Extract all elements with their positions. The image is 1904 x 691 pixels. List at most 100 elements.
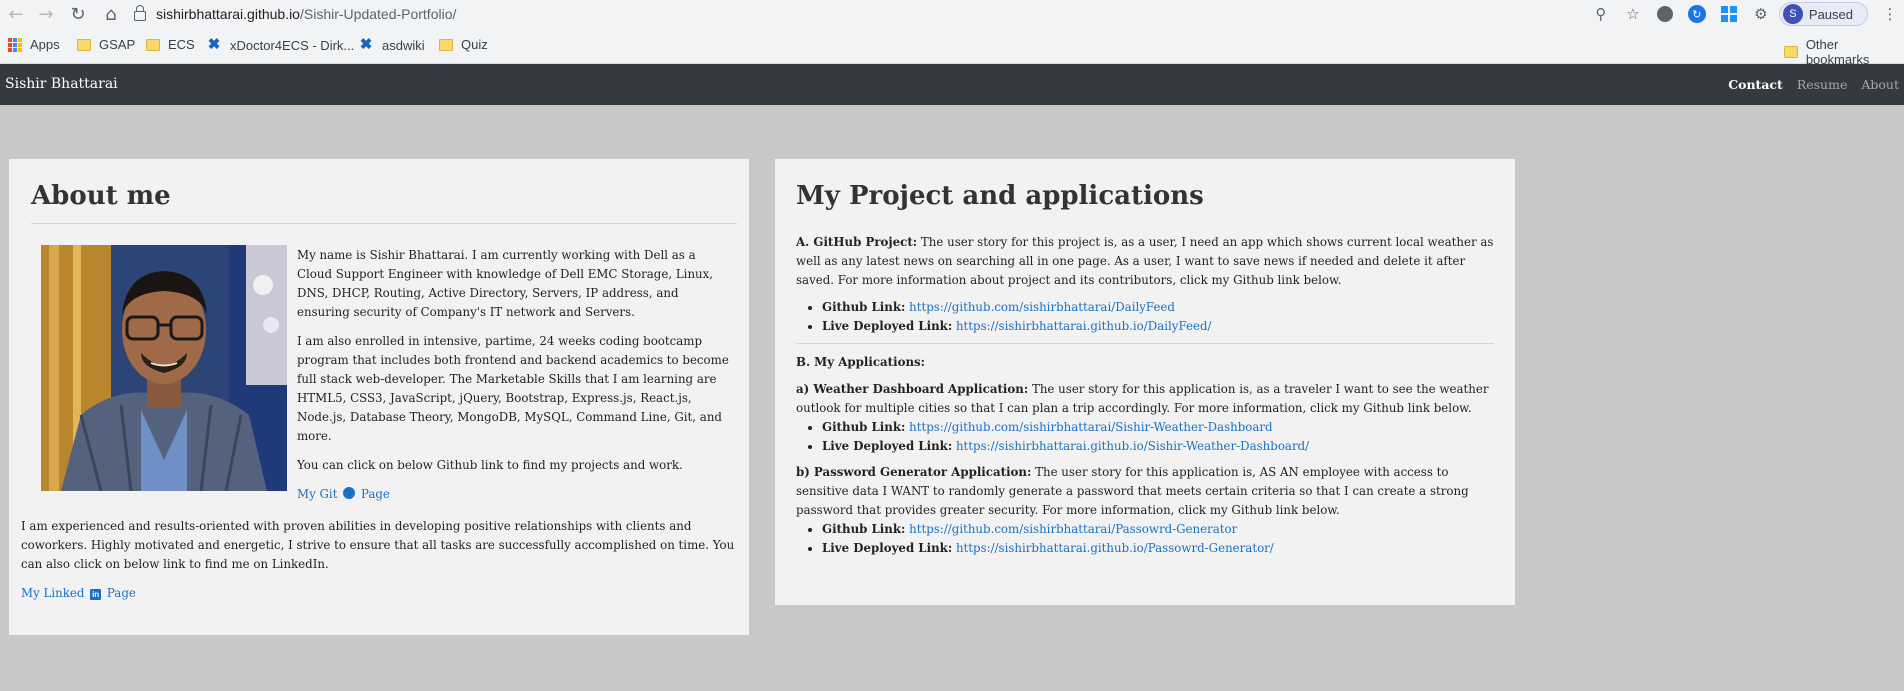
bookmark-label: Quiz — [461, 37, 488, 52]
folder-icon — [439, 38, 453, 51]
extension-blue-icon[interactable]: ↻ — [1683, 0, 1711, 28]
url-host: sishirbhattarai.github.io — [156, 6, 300, 22]
asdwiki-icon: ✖ — [359, 36, 373, 53]
weather-github-link[interactable]: https://github.com/sishirbhattarai/Sishi… — [909, 420, 1272, 434]
bookmark-gsap[interactable]: GSAP — [77, 37, 135, 52]
nav-contact[interactable]: Contact — [1728, 77, 1783, 92]
nav-resume[interactable]: Resume — [1797, 77, 1848, 92]
password-app-links: Github Link: https://github.com/sishirbh… — [822, 520, 1494, 558]
section-label: A. GitHub Project: — [796, 235, 918, 249]
back-icon[interactable]: ← — [2, 0, 30, 28]
link-label: Live Deployed Link: — [822, 439, 953, 453]
forward-icon[interactable]: → — [32, 0, 60, 28]
puzzle-icon[interactable]: ⚙ — [1747, 0, 1775, 28]
section-label: b) Password Generator Application: — [796, 465, 1032, 479]
link-text: My Git — [297, 487, 338, 501]
apps-grid-icon — [8, 37, 22, 52]
list-item: Live Deployed Link: https://sishirbhatta… — [822, 437, 1494, 456]
about-paragraph-3: You can click on below Github link to fi… — [297, 458, 683, 472]
weather-app-desc: a) Weather Dashboard Application: The us… — [796, 380, 1494, 418]
about-title: About me — [31, 181, 171, 211]
about-paragraph-2: I am also enrolled in intensive, partime… — [297, 334, 729, 443]
toolbar-right: ⚲ ☆ ↻ ⚙ S Paused ⋮ — [1587, 0, 1904, 28]
password-github-link[interactable]: https://github.com/sishirbhattarai/Passo… — [909, 522, 1237, 536]
bookmark-label: xDoctor4ECS - Dirk... — [230, 37, 355, 53]
password-live-link[interactable]: https://sishirbhattarai.github.io/Passow… — [956, 541, 1274, 555]
link-text: Page — [360, 487, 390, 501]
list-item: Github Link: https://github.com/sishirbh… — [822, 298, 1494, 317]
profile-photo — [41, 245, 287, 491]
password-app-desc: b) Password Generator Application: The u… — [796, 463, 1494, 520]
link-label: Live Deployed Link: — [822, 319, 953, 333]
about-paragraph-4: I am experienced and results-oriented wi… — [21, 519, 735, 571]
github-project-desc: A. GitHub Project: The user story for th… — [796, 233, 1494, 290]
home-icon[interactable]: ⌂ — [97, 0, 125, 28]
link-label: Github Link: — [822, 300, 906, 314]
profile-button[interactable]: S Paused — [1778, 2, 1868, 26]
nav-links: Contact Resume About — [1728, 77, 1899, 92]
github-project-links: Github Link: https://github.com/sishirbh… — [822, 298, 1494, 336]
site-navbar: Sishir Bhattarai Contact Resume About — [0, 64, 1904, 105]
section-label: a) Weather Dashboard Application: — [796, 382, 1029, 396]
bookmark-xdoctor[interactable]: ✖ xDoctor4ECS - Dirk... — [206, 36, 355, 53]
zoom-icon[interactable]: ⚲ — [1587, 0, 1615, 28]
section-label: B. My Applications: — [796, 355, 926, 369]
weather-app-links: Github Link: https://github.com/sishirbh… — [822, 418, 1494, 456]
folder-icon — [77, 38, 91, 51]
bookmark-label: Apps — [30, 37, 60, 52]
list-item: Live Deployed Link: https://sishirbhatta… — [822, 317, 1494, 336]
nav-about[interactable]: About — [1861, 77, 1899, 92]
bookmark-label: GSAP — [99, 37, 136, 52]
brand[interactable]: Sishir Bhattarai — [5, 76, 118, 92]
git-link-line: My Git Page — [297, 485, 729, 504]
about-intro: My name is Sishir Bhattarai. I am curren… — [297, 246, 729, 514]
projects-body: A. GitHub Project: The user story for th… — [796, 233, 1494, 565]
list-item: Live Deployed Link: https://sishirbhatta… — [822, 539, 1494, 558]
weather-live-link[interactable]: https://sishirbhattarai.github.io/Sishir… — [956, 439, 1309, 453]
bookmark-label: ECS — [168, 37, 195, 52]
list-item: Github Link: https://github.com/sishirbh… — [822, 520, 1494, 539]
divider — [796, 343, 1494, 344]
star-icon[interactable]: ☆ — [1619, 0, 1647, 28]
about-more: I am experienced and results-oriented wi… — [21, 517, 749, 613]
linkedin-link-line: My Linked in Page — [21, 584, 749, 603]
bookmark-label: asdwiki — [382, 37, 425, 53]
list-item: Github Link: https://github.com/sishirbh… — [822, 418, 1494, 437]
bookmark-apps[interactable]: Apps — [8, 37, 60, 52]
projects-title: My Project and applications — [796, 181, 1204, 211]
bookmark-asdwiki[interactable]: ✖ asdwiki — [358, 37, 425, 53]
xdoctor-icon: ✖ — [207, 36, 221, 53]
menu-icon[interactable]: ⋮ — [1876, 0, 1904, 28]
address-bar[interactable]: sishirbhattarai.github.io/Sishir-Updated… — [134, 2, 1664, 26]
bookmark-ecs[interactable]: ECS — [146, 37, 195, 52]
dailyfeed-live-link[interactable]: https://sishirbhattarai.github.io/DailyF… — [956, 319, 1212, 333]
applications-heading: B. My Applications: — [796, 353, 1494, 372]
link-label: Live Deployed Link: — [822, 541, 953, 555]
extension-circle-icon[interactable] — [1651, 0, 1679, 28]
github-page-link[interactable]: My Git Page — [297, 487, 390, 501]
link-text: Page — [106, 586, 136, 600]
dailyfeed-github-link[interactable]: https://github.com/sishirbhattarai/Daily… — [909, 300, 1175, 314]
about-paragraph-1: My name is Sishir Bhattarai. I am curren… — [297, 248, 714, 319]
lock-icon — [134, 5, 146, 21]
folder-icon — [1784, 46, 1798, 58]
folder-icon — [146, 38, 160, 51]
other-bookmarks[interactable]: Other bookmarks — [1784, 37, 1904, 67]
github-icon — [343, 487, 356, 499]
windows-extension-icon[interactable] — [1715, 0, 1743, 28]
reload-icon[interactable]: ↻ — [64, 0, 92, 28]
browser-toolbar: ← → ↻ ⌂ sishirbhattarai.github.io/Sishir… — [0, 0, 1904, 28]
projects-card: My Project and applications A. GitHub Pr… — [775, 159, 1515, 605]
avatar: S — [1782, 4, 1803, 24]
profile-status: Paused — [1808, 6, 1853, 22]
bookmark-label: Other bookmarks — [1805, 37, 1870, 67]
bookmarks-bar: Apps GSAP ECS ✖ xDoctor4ECS - Dirk... ✖ … — [0, 28, 1904, 67]
link-label: Github Link: — [822, 522, 906, 536]
linkedin-icon: in — [90, 589, 102, 600]
url-path: /Sishir-Updated-Portfolio/ — [299, 6, 457, 22]
link-text: My Linked — [21, 586, 85, 600]
divider — [31, 223, 737, 224]
linkedin-page-link[interactable]: My Linked in Page — [21, 586, 136, 600]
about-card: About me My name is Sishir Bhattarai. I — [9, 159, 749, 635]
bookmark-quiz[interactable]: Quiz — [439, 37, 488, 52]
